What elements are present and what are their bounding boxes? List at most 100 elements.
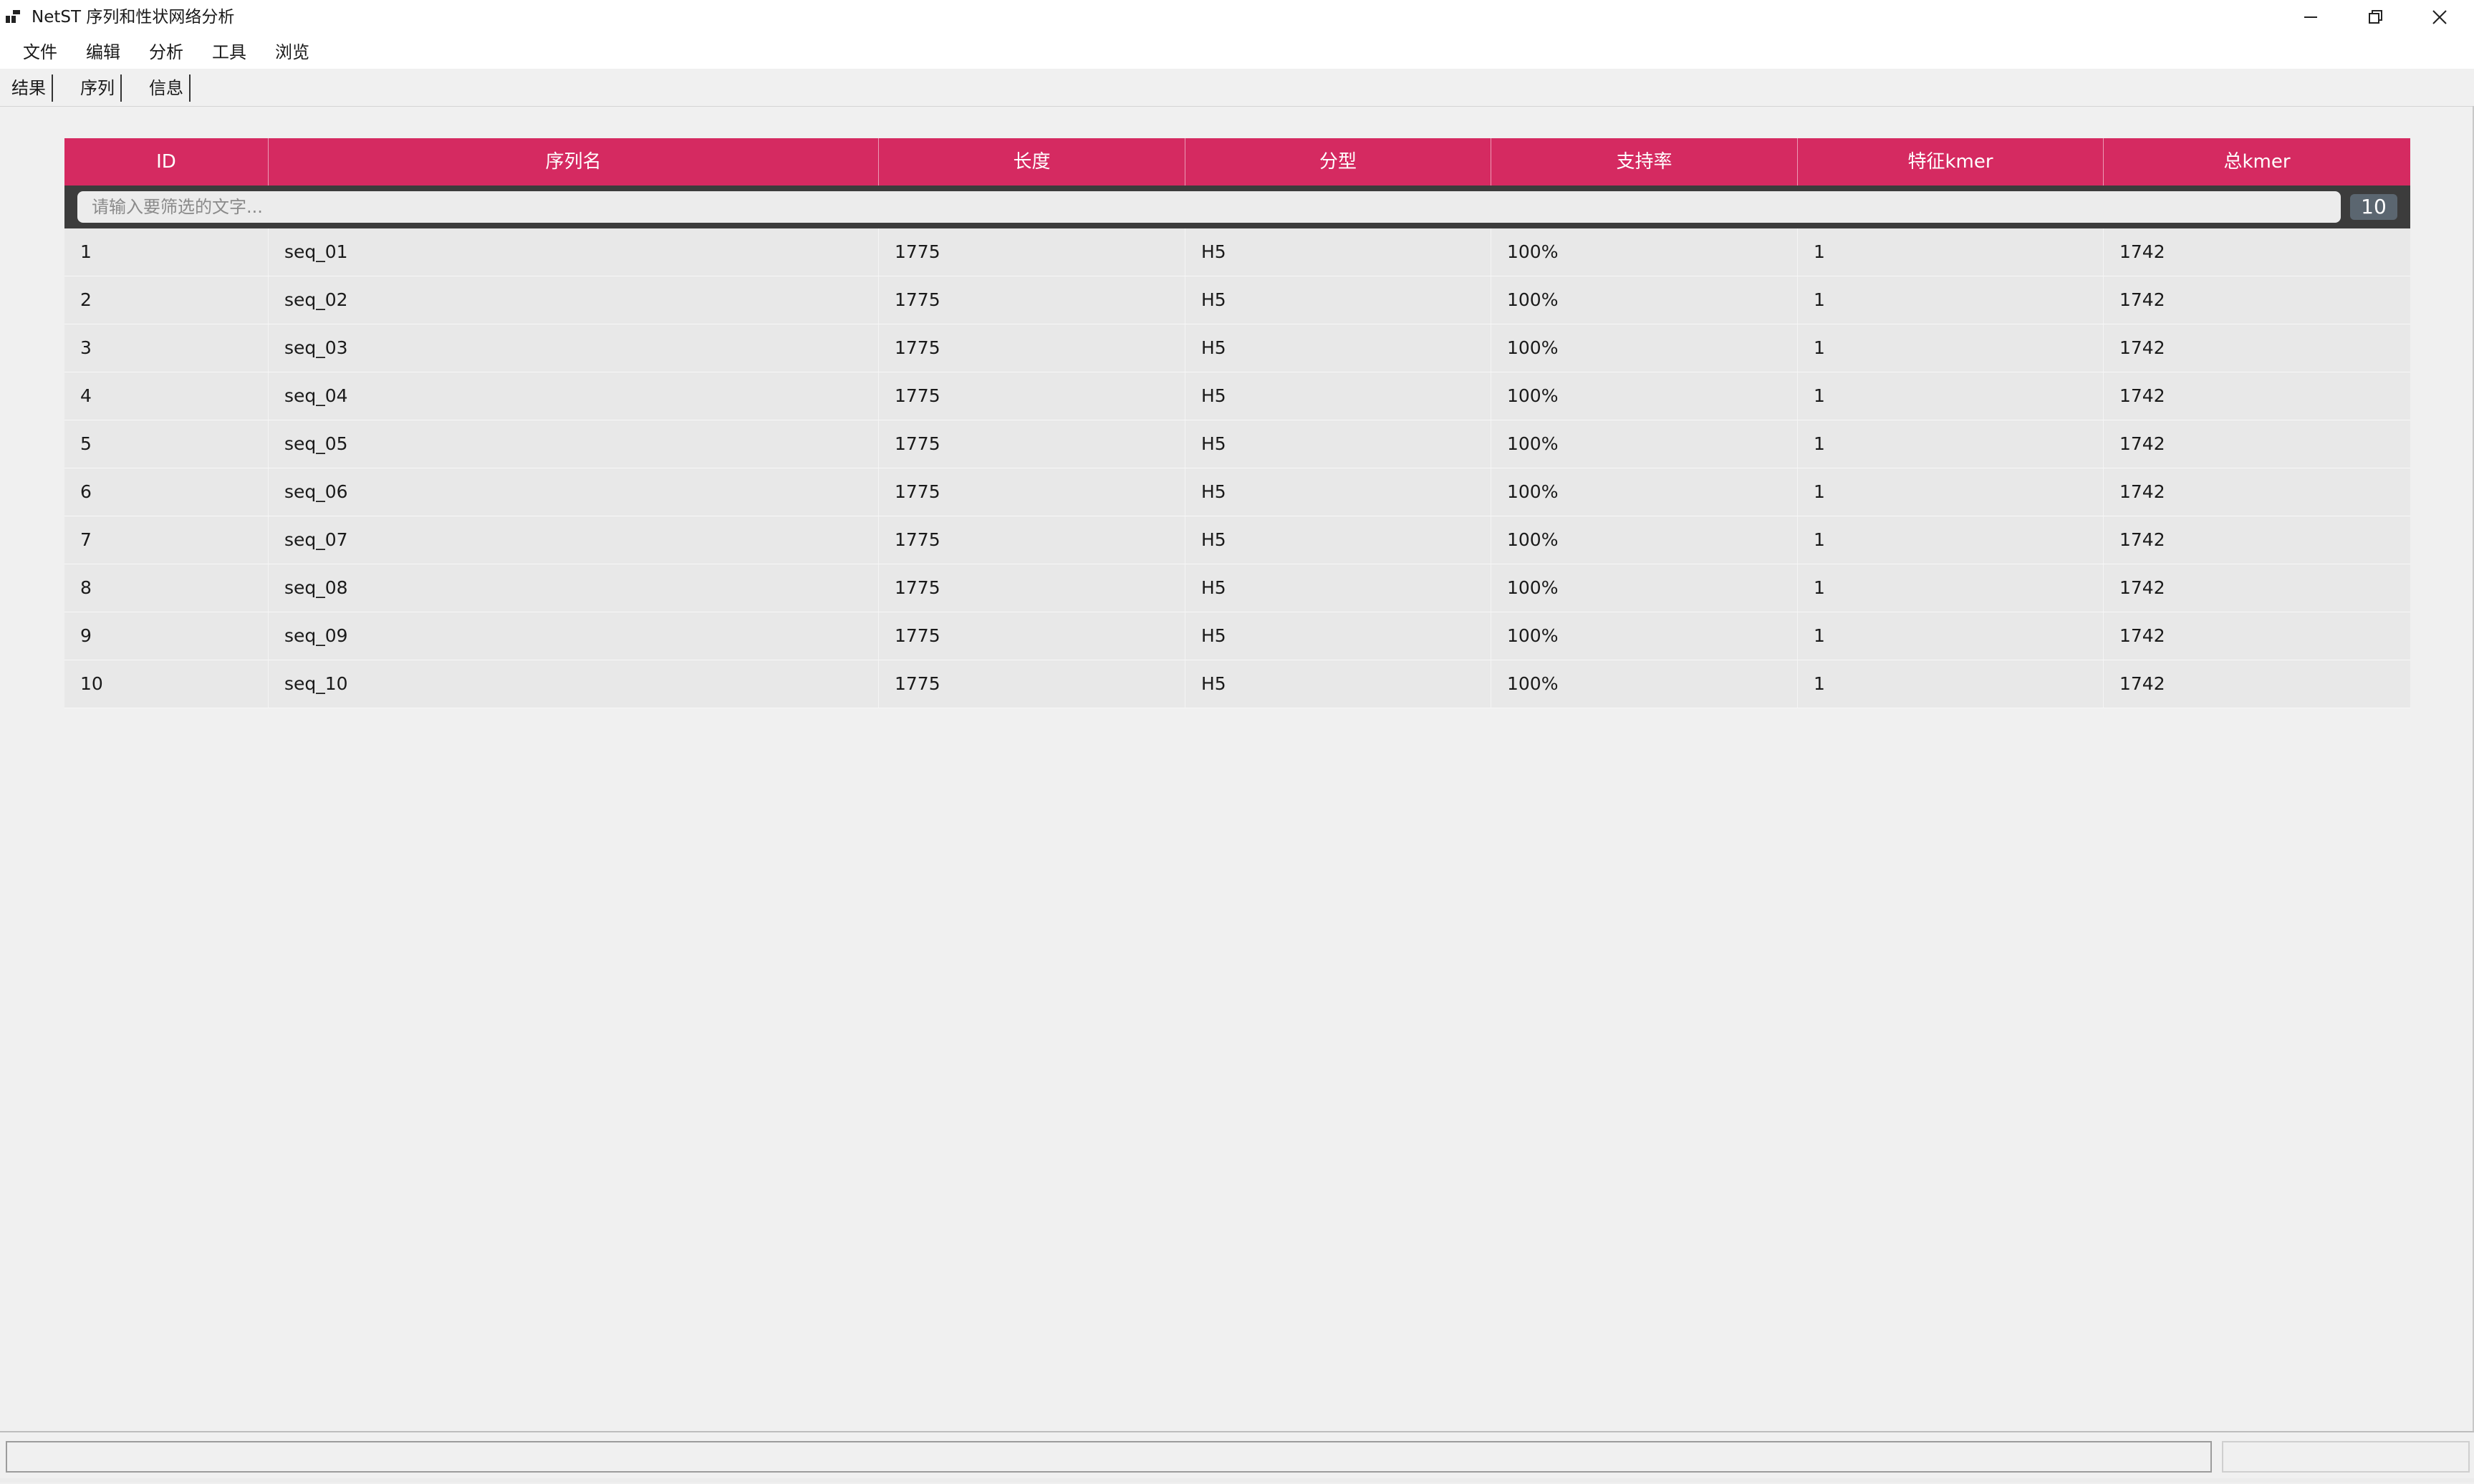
cell-seq-name: seq_04 — [269, 372, 879, 420]
cell-id: 4 — [64, 372, 269, 420]
menu-edit[interactable]: 编辑 — [83, 42, 123, 63]
column-header-seq-name[interactable]: 序列名 — [269, 138, 879, 186]
table-row[interactable]: 1 seq_01 1775 H5 100% 1 1742 — [64, 228, 2410, 276]
cell-total-kmer: 1742 — [2119, 529, 2165, 550]
cell-feature-kmer: 1 — [1798, 228, 2104, 276]
cell-support: 100% — [1491, 324, 1798, 372]
status-bar — [0, 1431, 2474, 1484]
table-header: ID 序列名 长度 分型 支持率 特征kmer 总kmer — [64, 138, 2410, 186]
column-header-feature-kmer[interactable]: 特征kmer — [1798, 138, 2104, 186]
cell-id: 7 — [64, 516, 269, 564]
column-header-support[interactable]: 支持率 — [1491, 138, 1798, 186]
cell-seq-name: seq_05 — [269, 420, 879, 468]
cell-length: 1775 — [879, 276, 1185, 324]
cell-seq-name: seq_07 — [269, 516, 879, 564]
filter-bar: 10 — [64, 186, 2410, 228]
cell-id: 2 — [64, 276, 269, 324]
cell-seq-name: seq_08 — [269, 564, 879, 612]
close-button[interactable] — [2407, 0, 2473, 34]
tab-divider — [0, 106, 2474, 107]
cell-total-kmer: 1742 — [2119, 433, 2165, 454]
cell-type: H5 — [1185, 372, 1491, 420]
cell-support: 100% — [1491, 660, 1798, 708]
cell-length: 1775 — [879, 324, 1185, 372]
table-row[interactable]: 2 seq_02 1775 H5 100% 1 1742 — [64, 276, 2410, 324]
column-header-length[interactable]: 长度 — [879, 138, 1185, 186]
cell-length: 1775 — [879, 612, 1185, 660]
column-header-id[interactable]: ID — [64, 138, 269, 186]
table-row[interactable]: 7 seq_07 1775 H5 100% 1 1742 — [64, 516, 2410, 564]
restore-button[interactable] — [2342, 0, 2408, 34]
cell-total-kmer: 1742 — [2119, 577, 2165, 598]
tab-bar: 结果 序列 信息 — [0, 69, 2474, 106]
cell-feature-kmer: 1 — [1798, 660, 2104, 708]
cell-support: 100% — [1491, 516, 1798, 564]
close-icon — [2432, 10, 2447, 24]
cell-type: H5 — [1185, 228, 1491, 276]
cell-total-kmer: 1742 — [2119, 337, 2165, 358]
cell-length: 1775 — [879, 372, 1185, 420]
cell-support: 100% — [1491, 612, 1798, 660]
column-header-total-kmer[interactable]: 总kmer — [2104, 138, 2410, 186]
cell-length: 1775 — [879, 660, 1185, 708]
table-row[interactable]: 5 seq_05 1775 H5 100% 1 1742 — [64, 420, 2410, 468]
column-header-type[interactable]: 分型 — [1185, 138, 1491, 186]
cell-id: 10 — [64, 660, 269, 708]
cell-id: 8 — [64, 564, 269, 612]
table-row[interactable]: 9 seq_09 1775 H5 100% 1 1742 — [64, 612, 2410, 660]
menu-browse[interactable]: 浏览 — [272, 42, 312, 63]
cell-feature-kmer: 1 — [1798, 324, 2104, 372]
cell-total-kmer: 1742 — [2119, 241, 2165, 262]
cell-length: 1775 — [879, 564, 1185, 612]
cell-support: 100% — [1491, 228, 1798, 276]
filter-input[interactable] — [77, 191, 2341, 223]
cell-type: H5 — [1185, 420, 1491, 468]
cell-length: 1775 — [879, 468, 1185, 516]
row-count-badge: 10 — [2350, 194, 2397, 220]
cell-type: H5 — [1185, 276, 1491, 324]
minimize-button[interactable] — [2278, 0, 2344, 34]
cell-feature-kmer: 1 — [1798, 468, 2104, 516]
cell-length: 1775 — [879, 420, 1185, 468]
cell-feature-kmer: 1 — [1798, 276, 2104, 324]
cell-feature-kmer: 1 — [1798, 372, 2104, 420]
cell-feature-kmer: 1 — [1798, 420, 2104, 468]
table-row[interactable]: 4 seq_04 1775 H5 100% 1 1742 — [64, 372, 2410, 420]
menu-tools[interactable]: 工具 — [209, 42, 249, 63]
status-panel-main — [6, 1441, 2212, 1473]
cell-type: H5 — [1185, 468, 1491, 516]
cell-feature-kmer: 1 — [1798, 612, 2104, 660]
table-row[interactable]: 6 seq_06 1775 H5 100% 1 1742 — [64, 468, 2410, 516]
table-row[interactable]: 3 seq_03 1775 H5 100% 1 1742 — [64, 324, 2410, 372]
cell-type: H5 — [1185, 564, 1491, 612]
cell-id: 9 — [64, 612, 269, 660]
cell-feature-kmer: 1 — [1798, 564, 2104, 612]
cell-seq-name: seq_01 — [269, 228, 879, 276]
cell-seq-name: seq_09 — [269, 612, 879, 660]
cell-id: 1 — [64, 228, 269, 276]
cell-seq-name: seq_03 — [269, 324, 879, 372]
tab-results[interactable]: 结果 — [6, 74, 53, 102]
cell-id: 3 — [64, 324, 269, 372]
cell-seq-name: seq_02 — [269, 276, 879, 324]
cell-total-kmer: 1742 — [2119, 385, 2165, 406]
cell-seq-name: seq_10 — [269, 660, 879, 708]
results-table: ID 序列名 长度 分型 支持率 特征kmer 总kmer 10 1seq_01… — [64, 138, 2410, 708]
cell-type: H5 — [1185, 516, 1491, 564]
cell-id: 6 — [64, 468, 269, 516]
minimize-icon — [2304, 16, 2317, 18]
cell-total-kmer: 1742 — [2119, 481, 2165, 502]
table-row[interactable]: 10 seq_10 1775 H5 100% 1 1742 — [64, 660, 2410, 708]
menu-bar: 文件 编辑 分析 工具 浏览 — [0, 34, 2474, 69]
menu-file[interactable]: 文件 — [20, 42, 60, 63]
cell-type: H5 — [1185, 324, 1491, 372]
cell-support: 100% — [1491, 372, 1798, 420]
cell-seq-name: seq_06 — [269, 468, 879, 516]
tab-sequences[interactable]: 序列 — [74, 74, 122, 102]
cell-support: 100% — [1491, 276, 1798, 324]
tab-info[interactable]: 信息 — [143, 74, 191, 102]
table-row[interactable]: 8 seq_08 1775 H5 100% 1 1742 — [64, 564, 2410, 612]
cell-id: 5 — [64, 420, 269, 468]
cell-feature-kmer: 1 — [1798, 516, 2104, 564]
menu-analysis[interactable]: 分析 — [146, 42, 186, 63]
